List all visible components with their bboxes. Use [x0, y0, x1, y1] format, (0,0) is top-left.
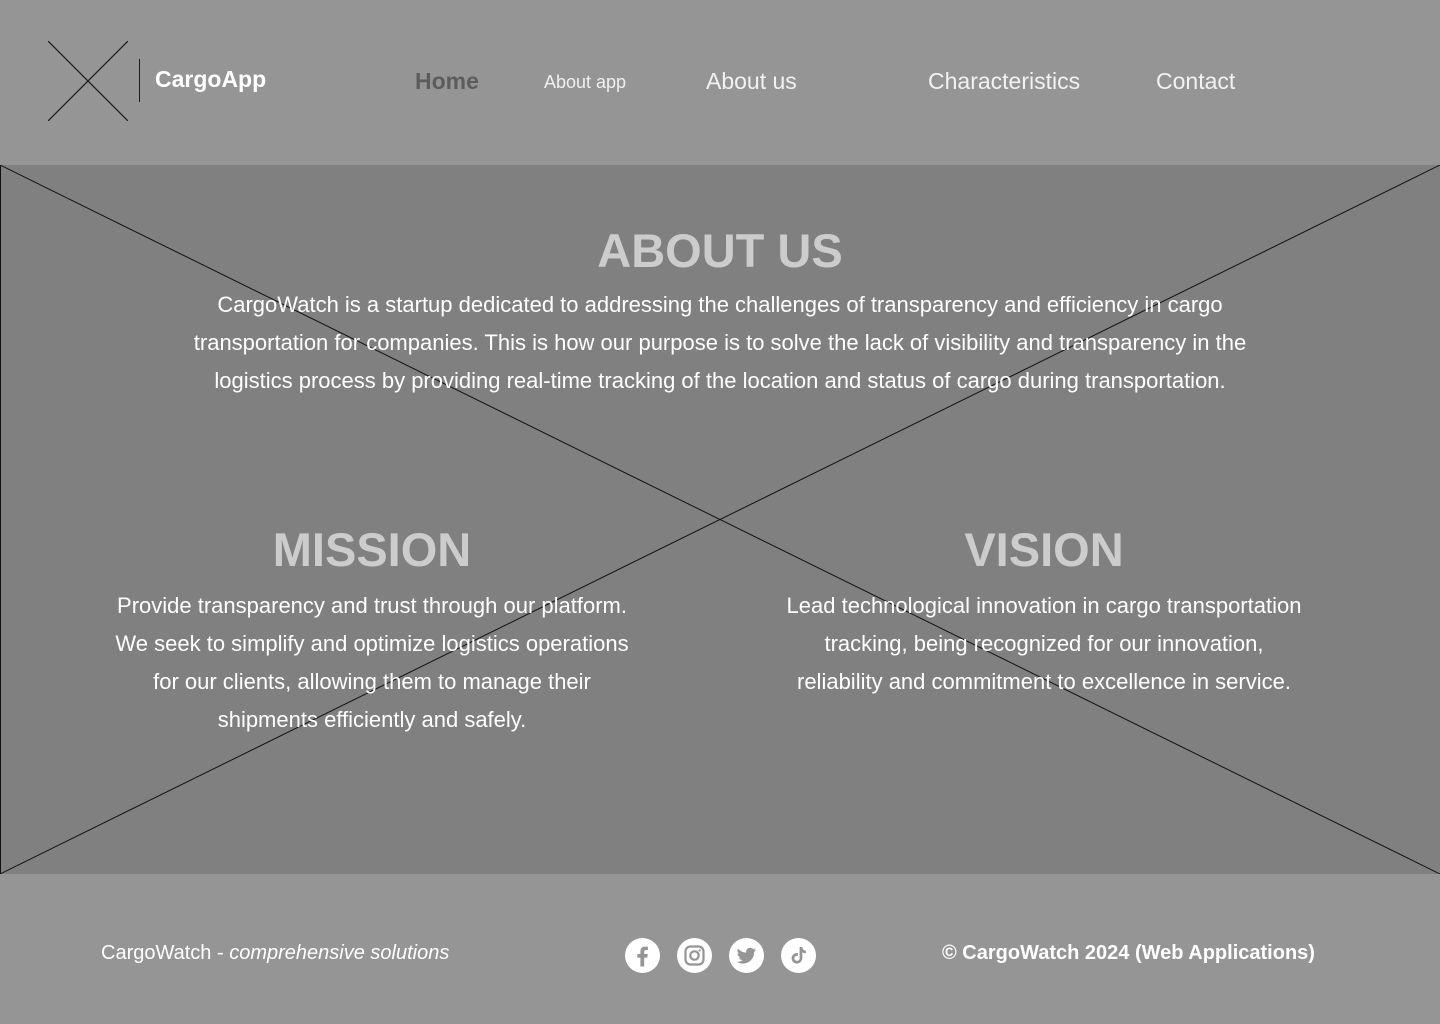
nav-characteristics[interactable]: Characteristics: [928, 68, 1080, 95]
site-footer: CargoWatch - comprehensive solutions © C…: [0, 874, 1440, 1024]
tiktok-icon[interactable]: [781, 938, 816, 973]
hero-section: ABOUT US CargoWatch is a startup dedicat…: [0, 165, 1440, 874]
footer-brand-name: CargoWatch: [101, 942, 212, 964]
footer-brand-separator: -: [211, 942, 230, 964]
about-us-title: ABOUT US: [597, 224, 843, 277]
about-us-text: CargoWatch is a startup dedicated to add…: [193, 292, 1247, 393]
mission-title: MISSION: [272, 523, 472, 576]
nav-home[interactable]: Home: [415, 68, 479, 95]
site-header: CargoApp Home About app About us Charact…: [0, 0, 1440, 165]
mission-text: Provide transparency and trust through o…: [115, 593, 629, 732]
logo-divider: [139, 59, 140, 102]
logo-placeholder-icon[interactable]: [48, 41, 128, 121]
nav-about-us[interactable]: About us: [706, 68, 797, 95]
footer-brand: CargoWatch - comprehensive solutions: [101, 942, 449, 965]
brand-name[interactable]: CargoApp: [155, 66, 266, 93]
vision-text: Lead technological innovation in cargo t…: [786, 593, 1302, 694]
copyright-text: © CargoWatch 2024 (Web Applications): [942, 942, 1315, 964]
instagram-icon[interactable]: [677, 938, 712, 973]
twitter-icon[interactable]: [729, 938, 764, 973]
facebook-icon[interactable]: [625, 938, 660, 973]
footer-tagline: comprehensive solutions: [229, 942, 450, 964]
nav-contact[interactable]: Contact: [1156, 68, 1235, 95]
nav-about-app[interactable]: About app: [544, 72, 626, 93]
vision-title: VISION: [964, 523, 1124, 576]
